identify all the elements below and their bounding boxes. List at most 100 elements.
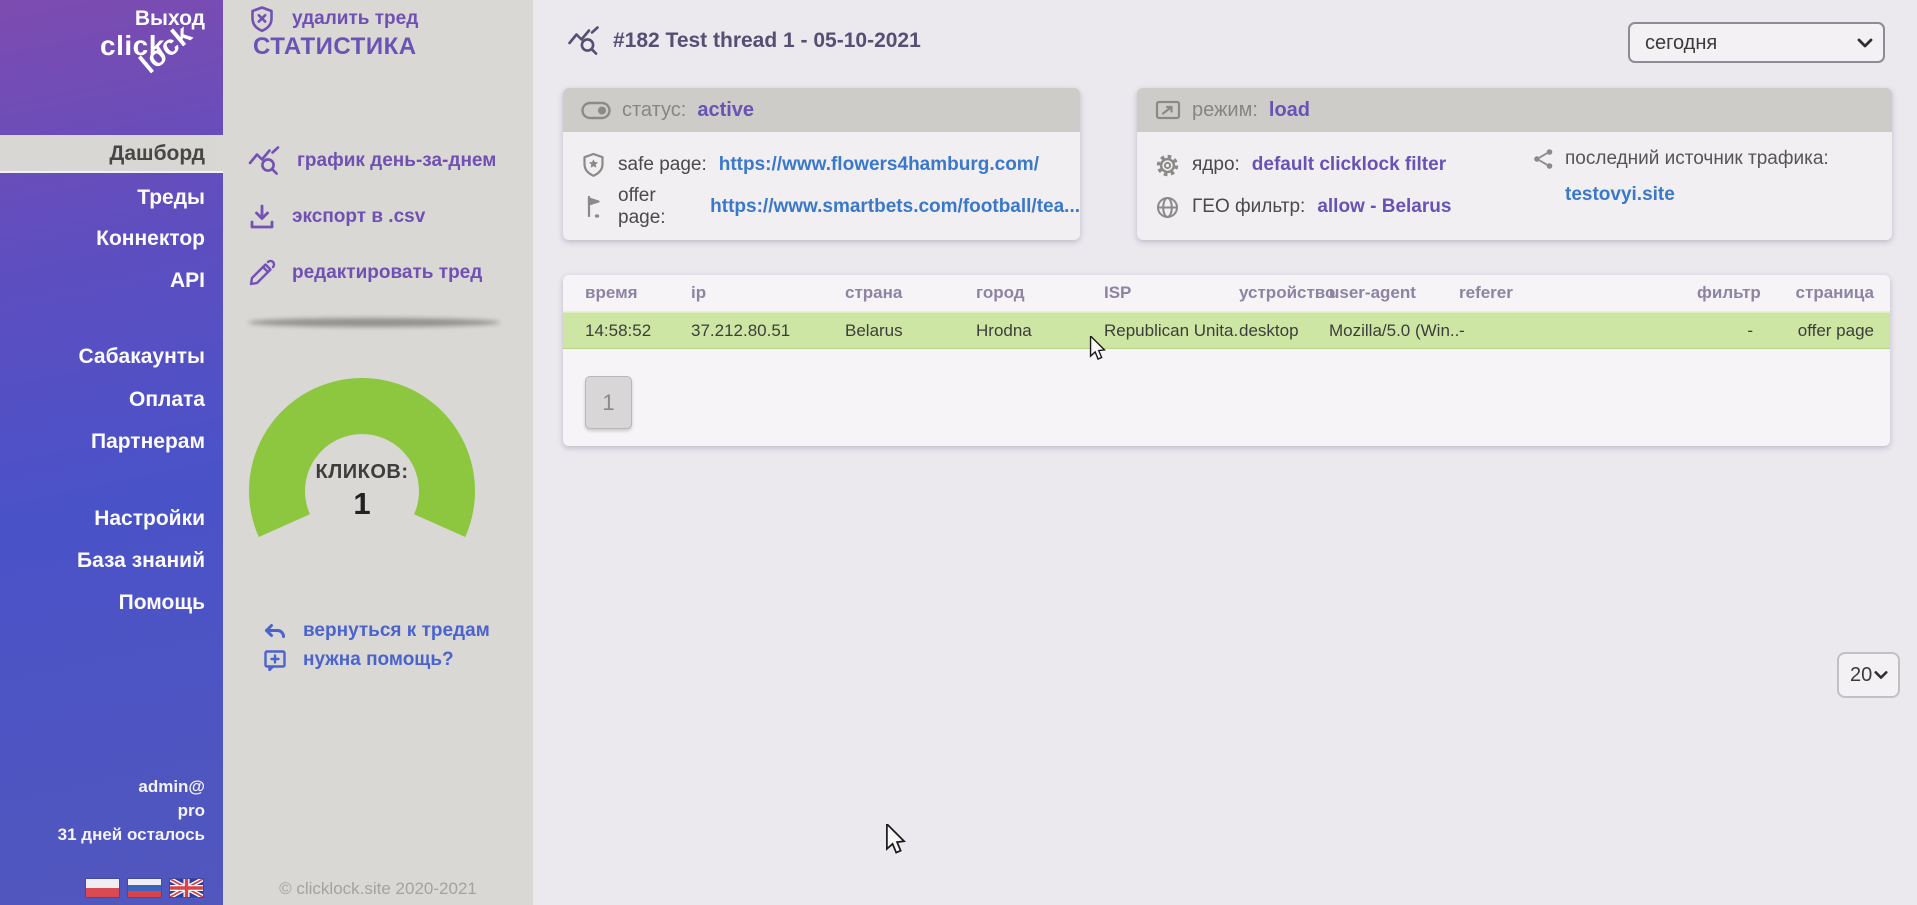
sidebar-item-help[interactable]: Помощь (0, 584, 223, 622)
gauge-label: КЛИКОВ: (247, 461, 477, 484)
status-panel-body: safe page: https://www.flowers4hamburg.c… (563, 132, 1080, 228)
cell-ip: 37.212.80.51 (691, 321, 845, 341)
sidebar-item-knowledge-base[interactable]: База знаний (0, 542, 223, 580)
traffic-source-link[interactable]: testovyi.site (1565, 184, 1829, 206)
copyright-footer: © clicklock.site 2020-2021 (223, 879, 533, 899)
mouse-cursor (885, 824, 906, 855)
account-days-left: 31 дней осталось (58, 823, 205, 847)
status-value: active (697, 99, 754, 122)
status-panel-header: статус: active (563, 88, 1080, 132)
gear-icon (1155, 153, 1180, 178)
chart-search-icon (248, 146, 281, 176)
col-city: город (976, 283, 1104, 303)
main-content: #182 Test thread 1 - 05-10-2021 сегодня … (533, 0, 1917, 905)
divider (248, 318, 500, 327)
action-label: график день-за-днем (297, 150, 496, 172)
sidebar-item-logout[interactable]: Выход (0, 0, 223, 38)
cell-filter: - (1697, 321, 1753, 341)
period-select[interactable]: сегодня (1628, 22, 1885, 63)
download-icon (248, 203, 276, 231)
share-icon (1532, 147, 1555, 171)
action-delete-thread[interactable]: удалить тред (248, 0, 418, 38)
page-title: #182 Test thread 1 - 05-10-2021 (613, 29, 921, 53)
shield-star-icon (581, 152, 606, 178)
safe-page-row: safe page: https://www.flowers4hamburg.c… (563, 144, 1080, 186)
clicklock-app: click lock Дашборд Треды Коннектор API С… (0, 0, 1917, 905)
need-help-link[interactable]: нужна помощь? (263, 646, 454, 674)
sidebar-item-settings[interactable]: Настройки (0, 500, 223, 538)
pagination-page-1-button[interactable]: 1 (585, 376, 632, 429)
mode-value: load (1269, 99, 1310, 122)
globe-icon (1155, 195, 1180, 220)
gauge-value: 1 (247, 486, 477, 522)
col-device: устройство (1239, 283, 1329, 303)
action-edit-thread[interactable]: редактировать тред (248, 254, 482, 292)
table-row[interactable]: 14:58:52 37.212.80.51 Belarus Hrodna Rep… (563, 312, 1890, 349)
comment-plus-icon (263, 649, 287, 671)
visits-table-panel: время ip страна город ISP устройство use… (563, 275, 1890, 446)
sidebar-item-payment[interactable]: Оплата (0, 381, 223, 419)
clicks-gauge: КЛИКОВ: 1 (247, 376, 477, 540)
sidebar-item-partners[interactable]: Партнерам (0, 423, 223, 461)
mouse-cursor (1089, 336, 1106, 361)
thread-header: #182 Test thread 1 - 05-10-2021 (567, 26, 921, 56)
col-filter: фильтр (1697, 283, 1753, 303)
traffic-source-label: последний источник трафика: (1565, 148, 1829, 170)
link-label: вернуться к тредам (303, 620, 490, 642)
core-value: default clicklock filter (1252, 154, 1446, 176)
col-user-agent: user-agent (1329, 283, 1459, 303)
safe-page-label: safe page: (618, 154, 707, 176)
cell-isp: Republican Unita... (1104, 321, 1239, 341)
sidebar-item-dashboard[interactable]: Дашборд (0, 135, 223, 173)
col-isp: ISP (1104, 283, 1239, 303)
language-switcher (86, 879, 203, 897)
action-day-by-day-chart[interactable]: график день-за-днем (248, 142, 496, 180)
action-label: удалить тред (292, 8, 418, 30)
russia-flag-icon[interactable] (128, 879, 161, 897)
col-referer: referer (1459, 283, 1697, 303)
last-traffic-source: последний источник трафика: testovyi.sit… (1532, 144, 1829, 206)
cell-country: Belarus (845, 321, 976, 341)
geo-filter-value: allow - Belarus (1317, 196, 1451, 218)
cell-device: desktop (1239, 321, 1329, 341)
action-label: экспорт в .csv (292, 206, 425, 228)
toggle-icon (581, 101, 611, 120)
link-label: нужна помощь? (303, 649, 454, 671)
offer-page-row: offer page: https://www.smartbets.com/fo… (563, 186, 1080, 228)
mode-panel: режим: load ядро: default clicklock filt… (1137, 88, 1892, 240)
account-login: admin@ (58, 775, 205, 799)
sidebar-item-threads[interactable]: Треды (0, 179, 223, 217)
mode-panel-header: режим: load (1137, 88, 1892, 132)
col-time: время (585, 283, 691, 303)
page-size-select-wrap: 20 (1837, 652, 1900, 698)
sidebar: click lock Дашборд Треды Коннектор API С… (0, 0, 223, 905)
offer-page-label: offer page: (618, 185, 698, 229)
back-to-threads-link[interactable]: вернуться к тредам (263, 617, 490, 645)
cell-city: Hrodna (976, 321, 1104, 341)
mode-label: режим: (1192, 99, 1258, 122)
col-country: страна (845, 283, 976, 303)
safe-page-link[interactable]: https://www.flowers4hamburg.com/ (719, 154, 1039, 176)
flag-icon (581, 194, 606, 220)
cell-page: offer page (1753, 321, 1874, 341)
cell-referer: - (1459, 321, 1697, 341)
account-plan: pro (58, 799, 205, 823)
poland-flag-icon[interactable] (86, 879, 119, 897)
sidebar-item-subaccounts[interactable]: Сабакаунты (0, 338, 223, 376)
uk-flag-icon[interactable] (170, 879, 203, 897)
col-page: страница (1753, 283, 1874, 303)
status-panel: статус: active safe page: https://www.fl… (563, 88, 1080, 240)
chart-search-icon (567, 26, 601, 56)
col-ip: ip (691, 283, 845, 303)
core-label: ядро: (1192, 154, 1240, 176)
page-size-select[interactable]: 20 (1837, 652, 1900, 698)
action-export-csv[interactable]: экспорт в .csv (248, 198, 425, 236)
offer-page-link[interactable]: https://www.smartbets.com/football/tea..… (710, 196, 1080, 218)
sidebar-item-connector[interactable]: Коннектор (0, 220, 223, 258)
cell-user-agent: Mozilla/5.0 (Win... (1329, 321, 1459, 341)
window-arrow-icon (1155, 99, 1181, 121)
sidebar-item-api[interactable]: API (0, 262, 223, 300)
action-label: редактировать тред (292, 262, 482, 284)
shield-x-icon (248, 5, 276, 33)
statistics-panel: СТАТИСТИКА график день-за-днем экспорт в… (223, 0, 533, 905)
